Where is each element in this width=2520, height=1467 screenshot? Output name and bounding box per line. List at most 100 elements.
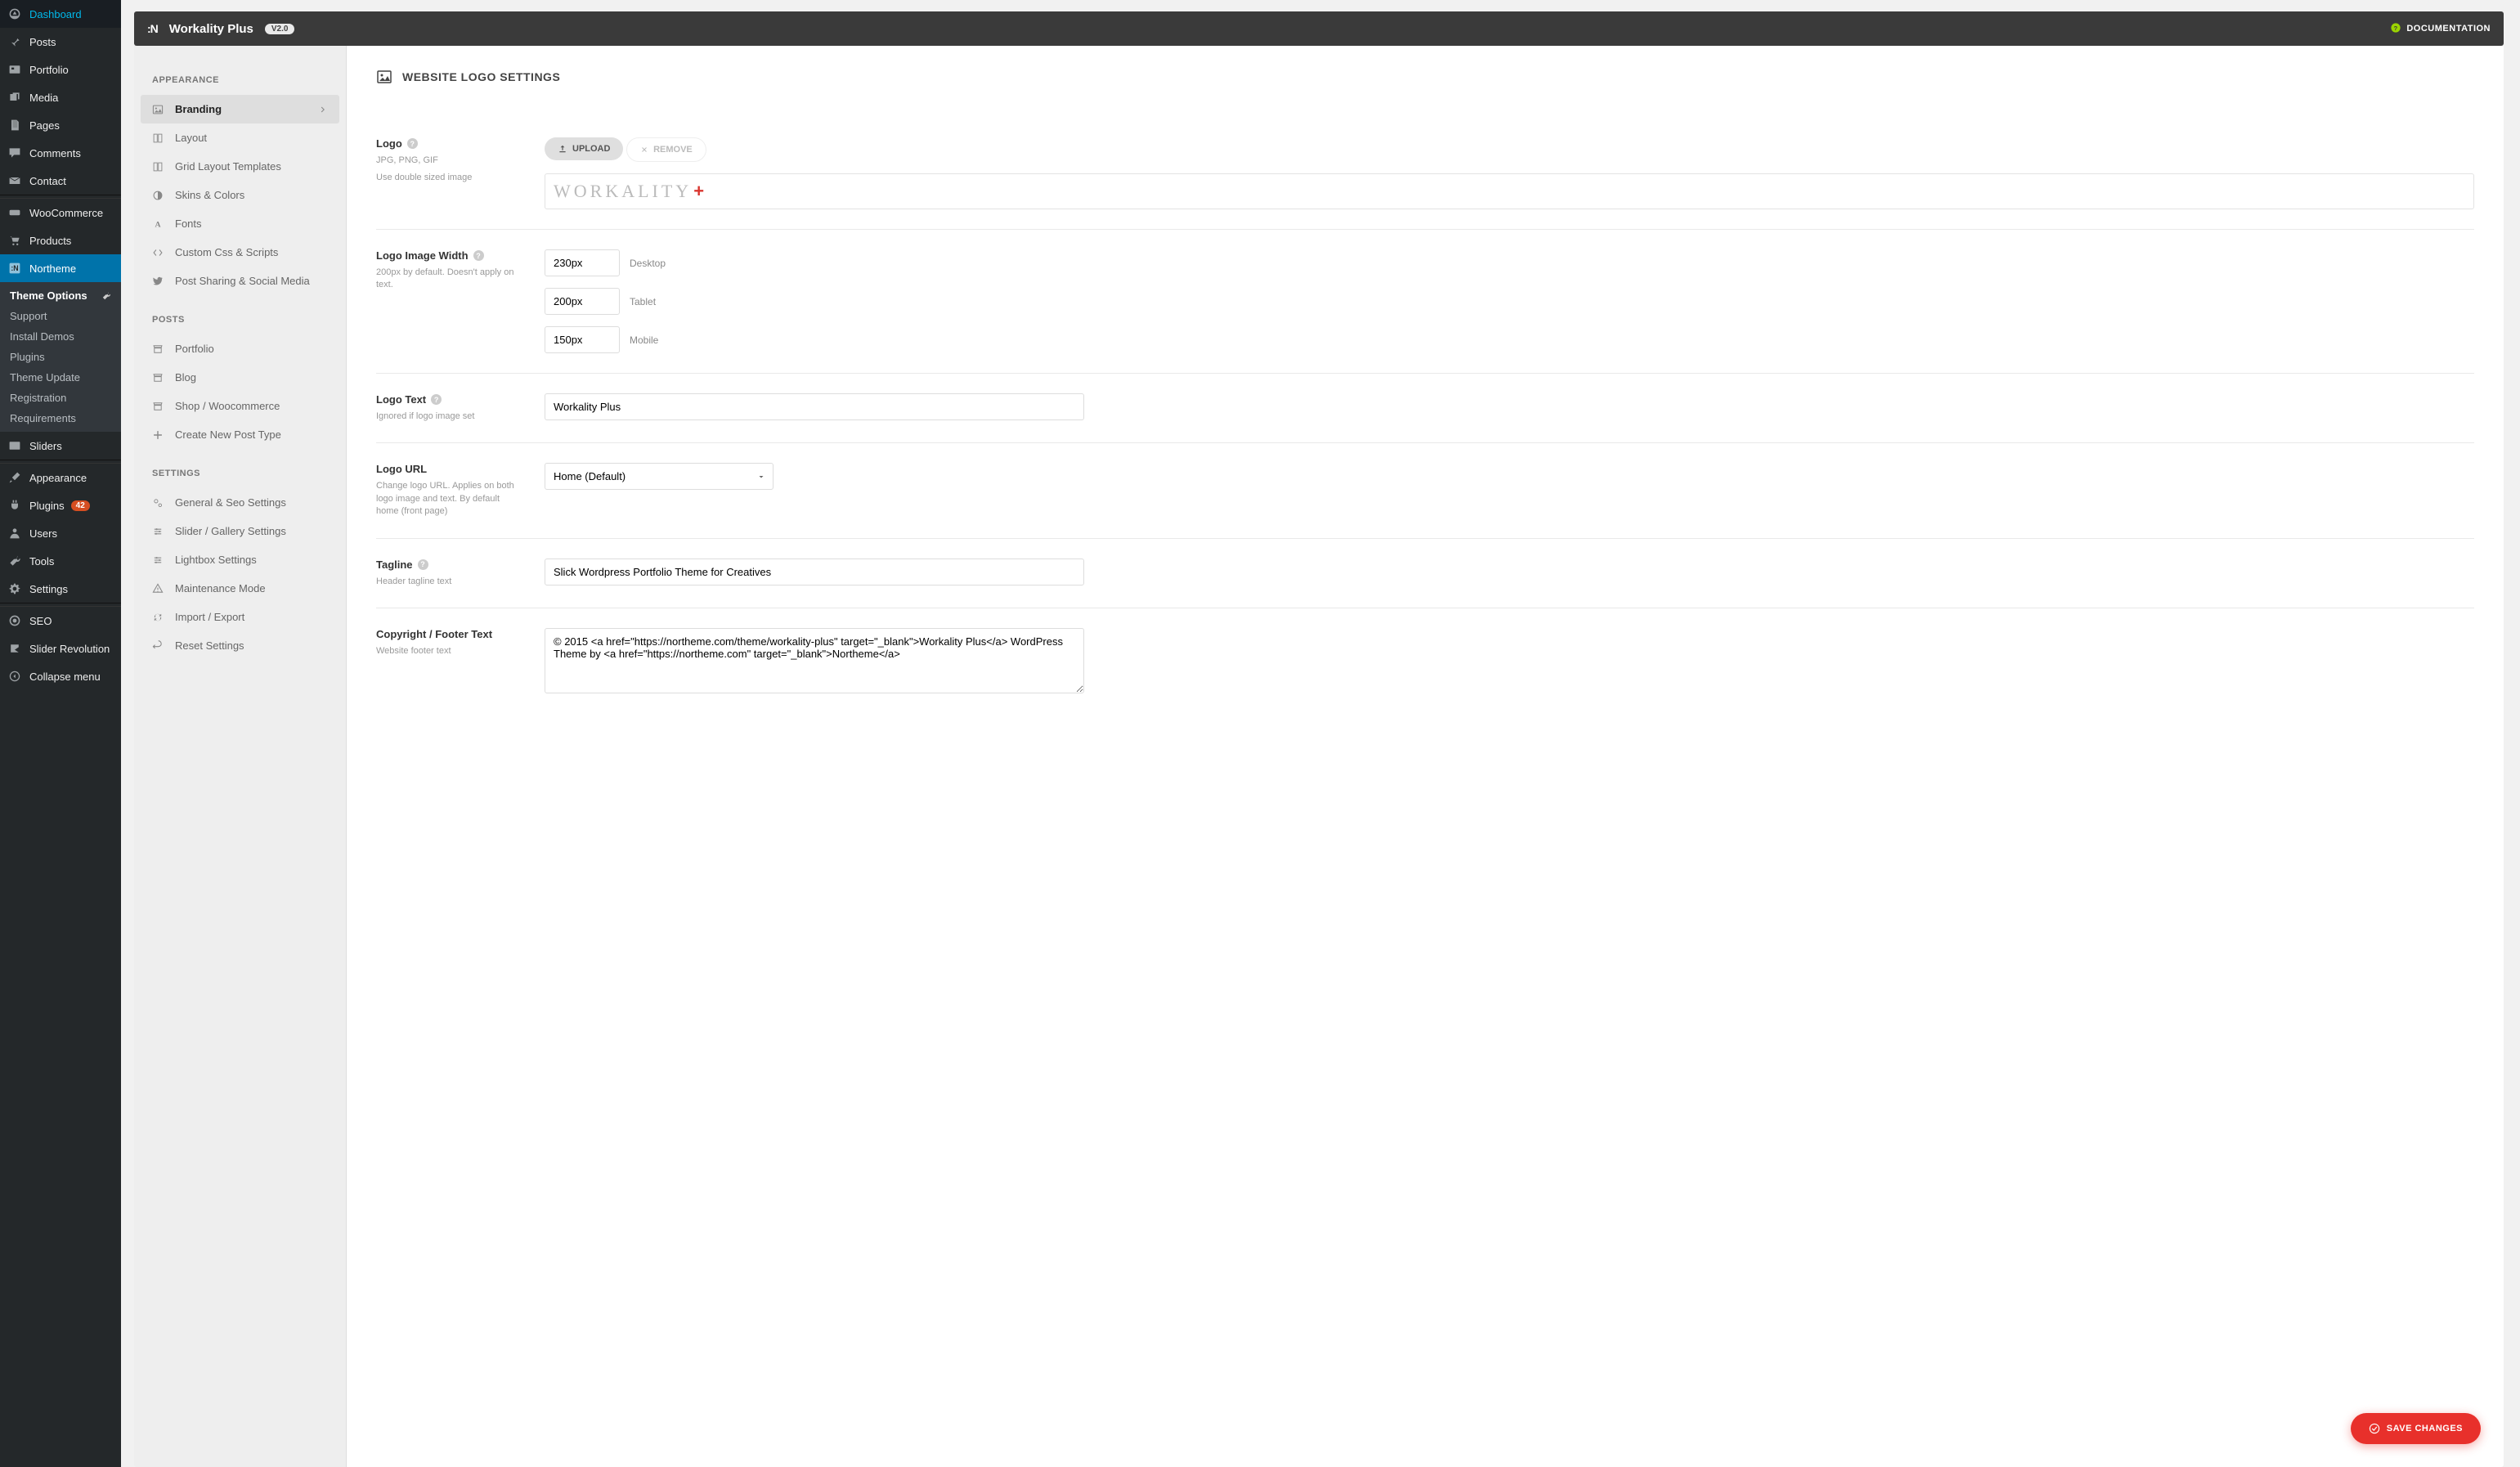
copyright-textarea[interactable]	[545, 628, 1084, 693]
wp-menu-settings[interactable]: Settings	[0, 575, 121, 603]
upload-button[interactable]: UPLOAD	[545, 137, 623, 160]
tagline-input[interactable]	[545, 559, 1084, 585]
width-tablet-input[interactable]	[545, 288, 620, 315]
sliders-icon	[7, 437, 23, 454]
wp-menu-plugins[interactable]: Plugins42	[0, 491, 121, 519]
width-desktop-input[interactable]	[545, 249, 620, 276]
sr-icon	[7, 640, 23, 657]
plug-icon	[7, 497, 23, 514]
wp-menu-label: Plugins	[29, 500, 65, 512]
wp-menu-posts[interactable]: Posts	[0, 28, 121, 56]
wp-menu-woocommerce[interactable]: WooCommerce	[0, 199, 121, 227]
wp-menu-collapse-menu[interactable]: Collapse menu	[0, 662, 121, 690]
code-icon	[152, 247, 165, 258]
wp-submenu-theme-update[interactable]: Theme Update	[0, 367, 121, 388]
help-icon[interactable]: ?	[431, 394, 442, 405]
page-title: WEBSITE LOGO SETTINGS	[402, 70, 560, 83]
wp-menu-users[interactable]: Users	[0, 519, 121, 547]
archive-icon	[152, 401, 165, 412]
wp-menu-label: Dashboard	[29, 8, 82, 20]
wrench-icon	[7, 553, 23, 569]
wp-menu-sliders[interactable]: Sliders	[0, 432, 121, 460]
wp-menu-comments[interactable]: Comments	[0, 139, 121, 167]
help-icon[interactable]: ?	[473, 250, 484, 261]
width-mobile-input[interactable]	[545, 326, 620, 353]
sidebar-item-blog[interactable]: Blog	[141, 363, 339, 392]
wp-menu-label: Media	[29, 92, 58, 104]
cart-icon	[7, 232, 23, 249]
sidebar-item-portfolio[interactable]: Portfolio	[141, 334, 339, 363]
sidebar-item-shop-woocommerce[interactable]: Shop / Woocommerce	[141, 392, 339, 420]
wp-menu-pages[interactable]: Pages	[0, 111, 121, 139]
sidebar-item-post-sharing-social-media[interactable]: Post Sharing & Social Media	[141, 267, 339, 295]
sidebar-item-label: Grid Layout Templates	[175, 160, 281, 173]
wp-menu-label: Collapse menu	[29, 671, 101, 683]
sidebar-item-label: Blog	[175, 371, 196, 384]
sidebar-item-label: Layout	[175, 132, 207, 144]
wp-menu-tools[interactable]: Tools	[0, 547, 121, 575]
layout-icon	[152, 132, 165, 144]
wp-submenu-install-demos[interactable]: Install Demos	[0, 326, 121, 347]
sidebar-item-create-new-post-type[interactable]: Create New Post Type	[141, 420, 339, 449]
sidebar-item-lightbox-settings[interactable]: Lightbox Settings	[141, 545, 339, 574]
wp-submenu-requirements[interactable]: Requirements	[0, 408, 121, 428]
sidebar-item-fonts[interactable]: Fonts	[141, 209, 339, 238]
sidebar-item-import-export[interactable]: Import / Export	[141, 603, 339, 631]
sidebar-item-branding[interactable]: Branding	[141, 95, 339, 123]
sidebar-item-grid-layout-templates[interactable]: Grid Layout Templates	[141, 152, 339, 181]
save-changes-button[interactable]: SAVE CHANGES	[2351, 1413, 2481, 1444]
wp-submenu-plugins[interactable]: Plugins	[0, 347, 121, 367]
sidebar-item-general-seo-settings[interactable]: General & Seo Settings	[141, 488, 339, 517]
documentation-label: DOCUMENTATION	[2406, 24, 2491, 34]
sidebar-item-reset-settings[interactable]: Reset Settings	[141, 631, 339, 660]
brush-icon	[7, 469, 23, 486]
version-badge: V2.0	[265, 24, 295, 34]
wp-menu-label: SEO	[29, 615, 52, 627]
sidebar-item-maintenance-mode[interactable]: Maintenance Mode	[141, 574, 339, 603]
wp-menu-seo[interactable]: SEO	[0, 607, 121, 635]
tagline-label: Tagline	[376, 559, 413, 571]
logo-help-2: Use double sized image	[376, 172, 523, 184]
wp-menu-northeme[interactable]: Northeme	[0, 254, 121, 282]
chevron-right-icon	[318, 105, 328, 114]
close-icon	[640, 146, 648, 154]
wp-menu-label: Sliders	[29, 440, 62, 452]
logo-text-input[interactable]	[545, 393, 1084, 420]
wp-menu-contact[interactable]: Contact	[0, 167, 121, 195]
help-icon[interactable]: ?	[418, 559, 428, 570]
documentation-link[interactable]: DOCUMENTATION	[2390, 22, 2491, 36]
wp-submenu-registration[interactable]: Registration	[0, 388, 121, 408]
warn-icon	[152, 583, 165, 594]
upload-icon	[558, 144, 567, 154]
refresh-icon	[152, 612, 165, 623]
wp-menu-portfolio[interactable]: Portfolio	[0, 56, 121, 83]
remove-label: REMOVE	[653, 145, 693, 155]
n-icon	[7, 260, 23, 276]
remove-button[interactable]: REMOVE	[626, 137, 706, 162]
sidebar-item-custom-css-scripts[interactable]: Custom Css & Scripts	[141, 238, 339, 267]
archive-icon	[152, 372, 165, 384]
wp-menu-media[interactable]: Media	[0, 83, 121, 111]
width-field-label: Logo Image Width	[376, 249, 469, 262]
mail-icon	[7, 173, 23, 189]
wp-menu-slider-revolution[interactable]: Slider Revolution	[0, 635, 121, 662]
wp-menu-appearance[interactable]: Appearance	[0, 464, 121, 491]
wp-menu-dashboard[interactable]: Dashboard	[0, 0, 121, 28]
gear-icon	[7, 581, 23, 597]
sidebar-item-label: Post Sharing & Social Media	[175, 275, 310, 287]
wp-submenu-theme-options[interactable]: Theme Options	[0, 285, 121, 306]
gauge-icon	[7, 6, 23, 22]
sidebar-item-skins-colors[interactable]: Skins & Colors	[141, 181, 339, 209]
brand-logo: :N	[147, 22, 158, 35]
wp-submenu-support[interactable]: Support	[0, 306, 121, 326]
wp-menu-products[interactable]: Products	[0, 227, 121, 254]
sidebar-item-label: Reset Settings	[175, 639, 244, 652]
logo-url-select[interactable]: Home (Default)	[545, 463, 773, 490]
sidebar-item-label: Shop / Woocommerce	[175, 400, 280, 412]
comment-icon	[7, 145, 23, 161]
sidebar-item-layout[interactable]: Layout	[141, 123, 339, 152]
wp-menu-label: Contact	[29, 175, 66, 187]
help-icon[interactable]: ?	[407, 138, 418, 149]
sidebar-item-slider-gallery-settings[interactable]: Slider / Gallery Settings	[141, 517, 339, 545]
media-icon	[7, 89, 23, 105]
